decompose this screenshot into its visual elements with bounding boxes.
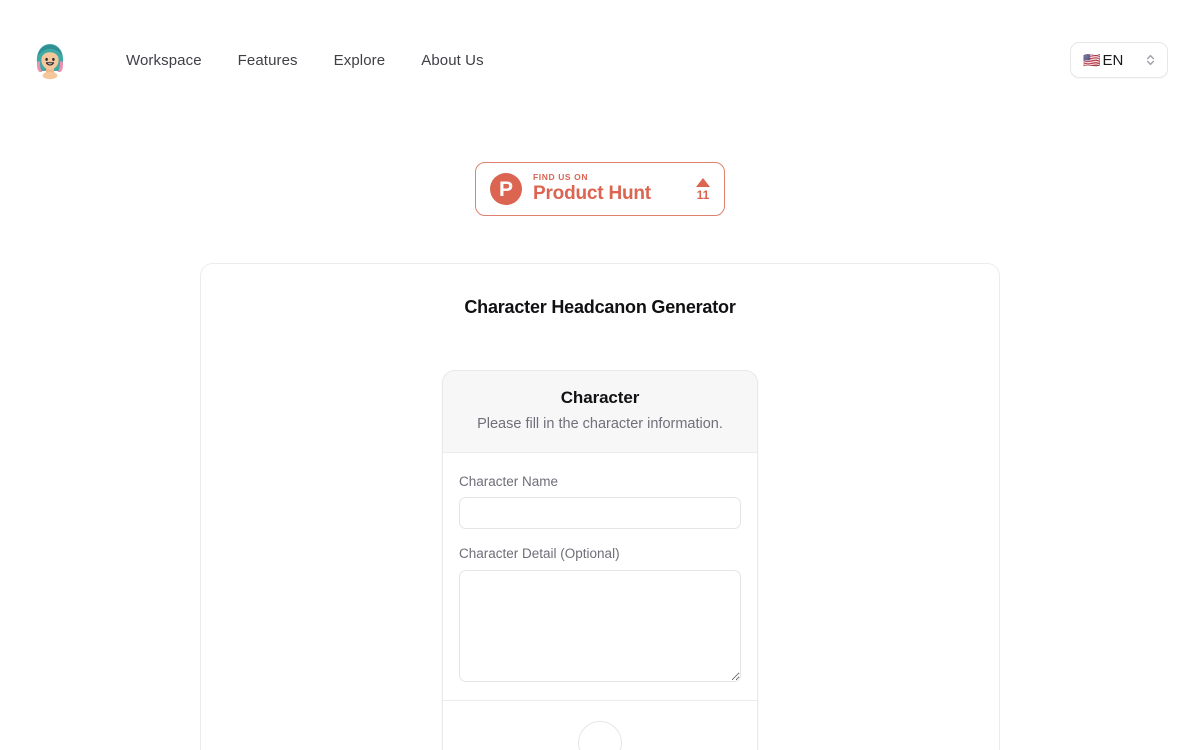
character-name-field-group: Character Name: [459, 473, 741, 530]
character-form-body: Character Name Character Detail (Optiona…: [443, 452, 757, 700]
character-detail-textarea[interactable]: [459, 569, 741, 682]
character-name-label: Character Name: [459, 473, 559, 489]
character-form-header: Character Please fill in the character i…: [443, 371, 757, 453]
product-hunt-text: FIND US ON Product Hunt: [533, 171, 651, 205]
nav-item-features[interactable]: Features: [220, 45, 316, 76]
upvote-count: 11: [696, 187, 710, 202]
avatar-logo-icon: [30, 40, 70, 80]
language-code-label: EN: [1102, 51, 1124, 69]
product-hunt-name: Product Hunt: [533, 183, 651, 205]
product-hunt-logo-icon: P: [490, 173, 522, 205]
product-hunt-upvote[interactable]: 11: [696, 177, 710, 202]
nav-item-workspace[interactable]: Workspace: [108, 45, 220, 76]
language-selector[interactable]: 🇺🇸 EN: [1070, 42, 1168, 78]
character-form-title: Character: [560, 388, 640, 407]
character-detail-field-group: Character Detail (Optional): [459, 545, 741, 682]
product-hunt-eyebrow: FIND US ON: [533, 171, 589, 182]
generate-circle-button[interactable]: [578, 720, 622, 750]
product-hunt-badge-wrapper: P FIND US ON Product Hunt 11: [0, 162, 1200, 216]
page-title: Character Headcanon Generator: [464, 297, 736, 317]
upvote-triangle-icon: [696, 177, 710, 187]
generator-panel: Character Headcanon Generator Character …: [200, 263, 1000, 750]
nav-item-explore[interactable]: Explore: [316, 45, 404, 76]
character-form-card: Character Please fill in the character i…: [442, 370, 758, 750]
us-flag-icon: 🇺🇸: [1083, 52, 1101, 68]
brand-logo-link[interactable]: [30, 40, 70, 80]
chevron-updown-icon: [1132, 54, 1155, 66]
character-name-input[interactable]: [459, 497, 741, 530]
character-detail-label: Character Detail (Optional): [459, 546, 620, 562]
character-form-subtitle: Please fill in the character information…: [477, 416, 723, 433]
site-header: Workspace Features Explore About Us 🇺🇸 E…: [0, 0, 1200, 120]
product-hunt-badge[interactable]: P FIND US ON Product Hunt 11: [475, 162, 725, 216]
nav-item-about-us[interactable]: About Us: [403, 45, 502, 76]
main-nav: Workspace Features Explore About Us: [108, 45, 502, 76]
character-form-footer: [443, 699, 757, 750]
